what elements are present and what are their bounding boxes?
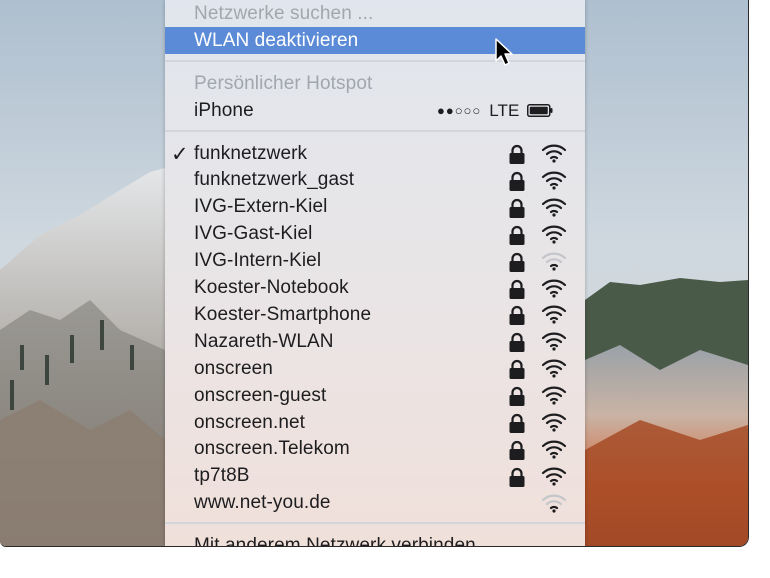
network-name: IVG-Extern-Kiel [194,196,328,218]
network-name: onscreen [194,357,273,379]
lock-icon [508,467,526,488]
network-type-label: LTE [489,100,520,120]
lock-icon [508,413,526,434]
network-name: funknetzwerk [194,142,308,164]
desktop: Netzwerke suchen ... WLAN deaktivieren P… [0,0,749,547]
hotspot-status: ●●○○○ LTE [437,97,553,124]
wifi-signal-icon [541,304,567,324]
menu-separator [165,522,585,524]
network-item[interactable]: Koester-Notebook [165,275,585,302]
network-item[interactable]: tp7t8B [165,463,585,490]
network-name: Koester-Smartphone [194,303,372,325]
lock-icon [508,225,526,246]
checkmark-icon: ✓ [171,143,189,166]
wifi-signal-icon [541,251,567,271]
network-item[interactable]: onscreen.Telekom [165,436,585,463]
network-name: IVG-Intern-Kiel [194,250,322,272]
scan-networks-item: Netzwerke suchen ... [165,0,585,27]
lock-icon [508,386,526,407]
network-name: Nazareth-WLAN [194,330,334,352]
network-item[interactable]: www.net-you.de [165,490,585,517]
network-item[interactable]: onscreen.net [165,409,585,436]
cellular-signal-indicator: ●●○○○ [437,103,482,118]
network-item[interactable]: ✓ funknetzwerk [165,140,585,167]
wifi-signal-icon [541,224,567,244]
network-name: funknetzwerk_gast [194,169,355,191]
network-name: Koester-Notebook [194,277,349,298]
lock-icon [508,252,526,273]
hotspot-header: Persönlicher Hotspot [165,70,585,97]
network-item[interactable]: IVG-Intern-Kiel [165,248,585,275]
network-name: tp7t8B [194,465,250,487]
network-name: onscreen.Telekom [194,438,350,460]
network-name: onscreen.net [194,411,306,433]
wifi-signal-icon [541,439,567,459]
wifi-signal-icon [541,331,567,351]
wifi-signal-icon [541,466,567,486]
lock-icon [508,440,526,461]
lock-icon [508,305,526,326]
network-item[interactable]: onscreen [165,355,585,382]
disable-wifi-item[interactable]: WLAN deaktivieren [165,27,585,54]
lock-icon [508,144,526,165]
wifi-signal-icon [541,358,567,378]
network-name: www.net-you.de [194,492,331,514]
wifi-signal-icon [541,143,567,163]
mouse-pointer-icon [495,38,513,66]
lock-icon [508,279,526,300]
join-other-network-item[interactable]: Mit anderem Netzwerk verbinden ... [165,532,585,547]
disable-wifi-label: WLAN deaktivieren [194,29,359,51]
network-item[interactable]: onscreen-guest [165,382,585,409]
network-item[interactable]: Koester-Smartphone [165,301,585,328]
wifi-signal-icon [541,493,567,513]
wifi-signal-icon [541,385,567,405]
network-item[interactable]: Nazareth-WLAN [165,328,585,355]
scan-networks-label: Netzwerke suchen ... [194,2,374,24]
wifi-signal-icon [541,197,567,217]
menu-separator [165,130,585,132]
lock-icon [508,359,526,380]
wifi-signal-icon [541,278,567,298]
join-other-network-label: Mit anderem Netzwerk verbinden ... [194,534,498,547]
lock-icon [508,171,526,192]
network-name: IVG-Gast-Kiel [194,223,313,245]
network-item[interactable]: funknetzwerk_gast [165,167,585,194]
network-name: onscreen-guest [194,384,327,406]
lock-icon [508,332,526,353]
hotspot-iphone-item[interactable]: iPhone ●●○○○ LTE [165,97,585,124]
hotspot-header-label: Persönlicher Hotspot [194,72,373,94]
battery-icon [527,104,553,117]
menu-separator [165,60,585,62]
network-item[interactable]: IVG-Extern-Kiel [165,194,585,221]
lock-icon [508,198,526,219]
hotspot-device-label: iPhone [194,99,254,121]
wifi-menu: Netzwerke suchen ... WLAN deaktivieren P… [165,0,585,546]
wifi-signal-icon [541,412,567,432]
wifi-signal-icon [541,170,567,190]
network-item[interactable]: IVG-Gast-Kiel [165,221,585,248]
